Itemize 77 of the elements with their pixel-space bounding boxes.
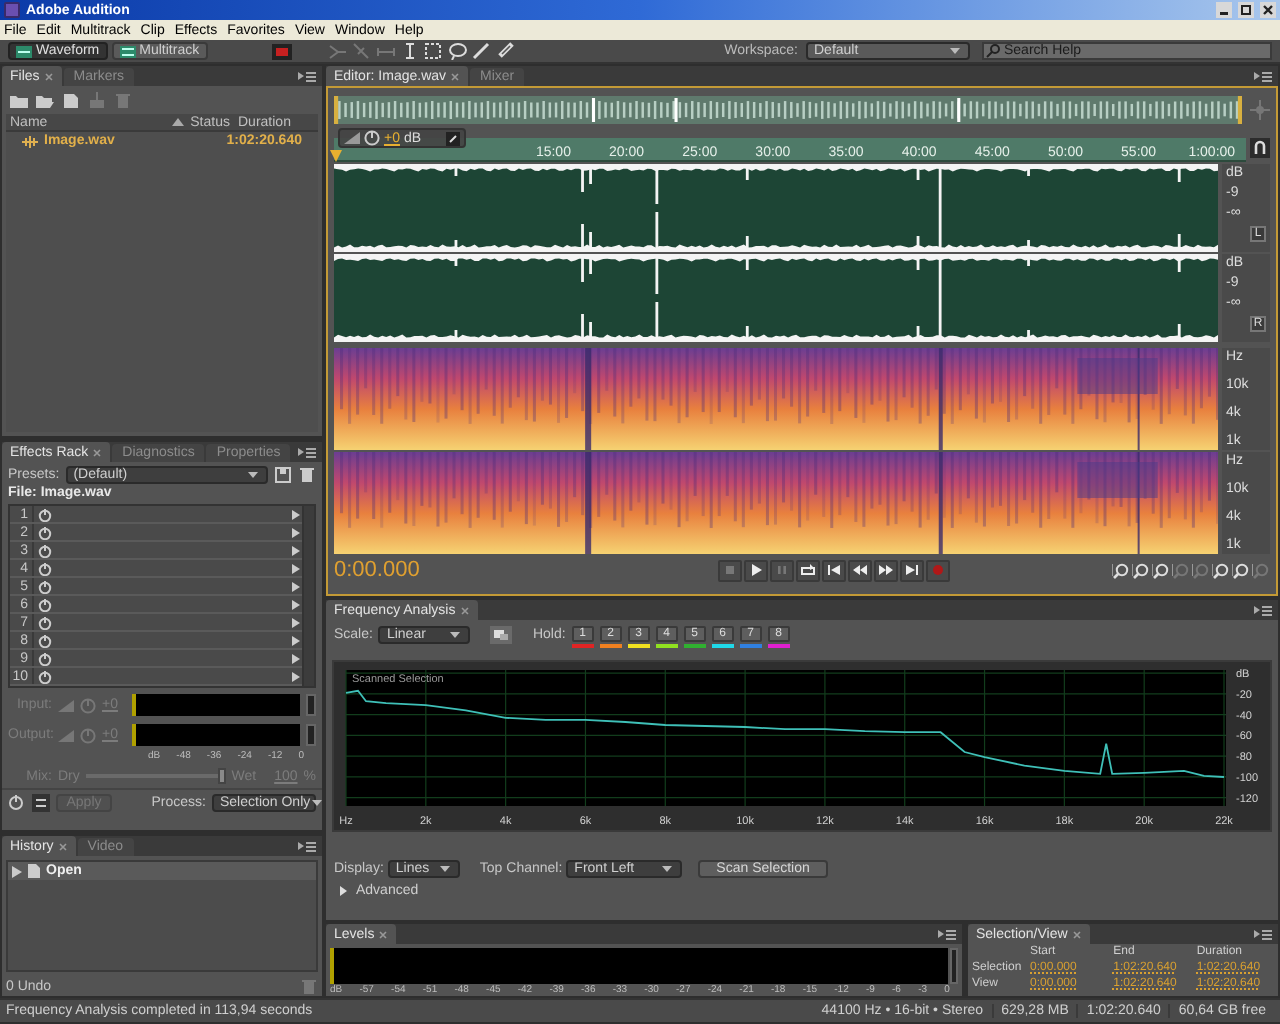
document-icon bbox=[28, 864, 40, 878]
play-button[interactable] bbox=[743, 559, 767, 581]
play-arrow-icon[interactable] bbox=[12, 865, 22, 877]
minimize-icon[interactable] bbox=[1216, 2, 1232, 18]
panel-menu-icon[interactable] bbox=[1254, 70, 1272, 82]
panel-menu-icon[interactable] bbox=[1254, 928, 1272, 940]
caret-icon bbox=[246, 467, 260, 481]
snap-icon[interactable] bbox=[1250, 138, 1270, 158]
healing-brush-icon[interactable] bbox=[495, 42, 516, 60]
knob-icon[interactable] bbox=[364, 130, 380, 146]
power-icon[interactable] bbox=[38, 651, 52, 665]
sort-arrow-icon[interactable] bbox=[170, 116, 187, 128]
stop-icon bbox=[721, 562, 737, 578]
caret-icon bbox=[660, 861, 675, 875]
disclosure-icon bbox=[338, 886, 348, 896]
power-icon[interactable] bbox=[38, 633, 52, 647]
caret-icon bbox=[448, 628, 463, 642]
audio-file-icon bbox=[22, 135, 38, 147]
power-icon[interactable] bbox=[38, 669, 52, 683]
panel-menu-icon[interactable] bbox=[298, 70, 316, 82]
loop-icon bbox=[799, 562, 815, 578]
lasso-icon[interactable] bbox=[447, 42, 468, 60]
magnifier-icon[interactable] bbox=[1172, 561, 1190, 579]
marquee-icon[interactable] bbox=[423, 42, 444, 60]
power-icon[interactable] bbox=[38, 525, 52, 539]
clip-indicator bbox=[306, 724, 316, 746]
fast-forward-button[interactable] bbox=[873, 559, 897, 581]
record-icon bbox=[929, 562, 945, 578]
close-icon[interactable] bbox=[1260, 2, 1276, 18]
waveform-icon bbox=[16, 45, 32, 57]
slider-thumb[interactable] bbox=[217, 768, 226, 784]
power-icon[interactable] bbox=[38, 615, 52, 629]
magnifier-icon[interactable] bbox=[1252, 561, 1270, 579]
folder-icon[interactable] bbox=[10, 91, 28, 109]
rewind-icon bbox=[851, 562, 867, 578]
fast-forward-icon bbox=[877, 562, 893, 578]
pin-icon[interactable] bbox=[445, 131, 460, 145]
skip-forward-button[interactable] bbox=[899, 559, 923, 581]
power-icon[interactable] bbox=[38, 507, 52, 521]
search-icon bbox=[986, 44, 1000, 58]
skip-back-icon bbox=[825, 562, 841, 578]
power-icon[interactable] bbox=[8, 793, 26, 811]
caret-icon bbox=[948, 44, 962, 58]
power-icon[interactable] bbox=[38, 543, 52, 557]
skip-forward-icon bbox=[903, 562, 919, 578]
graph-settings-icon[interactable] bbox=[490, 626, 513, 644]
play-icon bbox=[747, 562, 763, 578]
power-icon[interactable] bbox=[38, 597, 52, 611]
multitrack-icon bbox=[119, 45, 136, 57]
maximize-icon[interactable] bbox=[1238, 2, 1254, 18]
time-display: 0:00.000 bbox=[334, 559, 422, 581]
ramp-icon bbox=[344, 130, 360, 146]
power-icon[interactable] bbox=[38, 561, 52, 575]
rewind-button[interactable] bbox=[847, 559, 871, 581]
app-icon bbox=[4, 2, 20, 18]
panel-menu-icon[interactable] bbox=[938, 928, 956, 940]
brush-icon[interactable] bbox=[471, 42, 492, 60]
power-icon[interactable] bbox=[38, 579, 52, 593]
panel-menu-icon[interactable] bbox=[1254, 604, 1272, 616]
magnifier-icon[interactable] bbox=[1192, 561, 1210, 579]
caret-icon bbox=[437, 861, 452, 875]
clip-indicator bbox=[306, 694, 316, 716]
pause-icon bbox=[773, 562, 789, 578]
document-icon[interactable] bbox=[62, 91, 80, 109]
loop-button[interactable] bbox=[795, 559, 819, 581]
trash-icon[interactable] bbox=[298, 465, 316, 483]
skip-back-button[interactable] bbox=[821, 559, 845, 581]
list-icon[interactable] bbox=[32, 793, 50, 811]
save-preset-icon[interactable] bbox=[274, 465, 292, 483]
scrollbar[interactable] bbox=[302, 506, 314, 686]
playhead-icon[interactable] bbox=[330, 150, 342, 162]
panel-menu-icon[interactable] bbox=[298, 840, 316, 852]
panel-menu-icon[interactable] bbox=[298, 446, 316, 458]
open-folder-icon[interactable] bbox=[36, 91, 54, 109]
spectral-toggle-icon[interactable] bbox=[271, 43, 292, 59]
caret-icon bbox=[310, 795, 325, 809]
clip-indicator bbox=[950, 948, 958, 984]
